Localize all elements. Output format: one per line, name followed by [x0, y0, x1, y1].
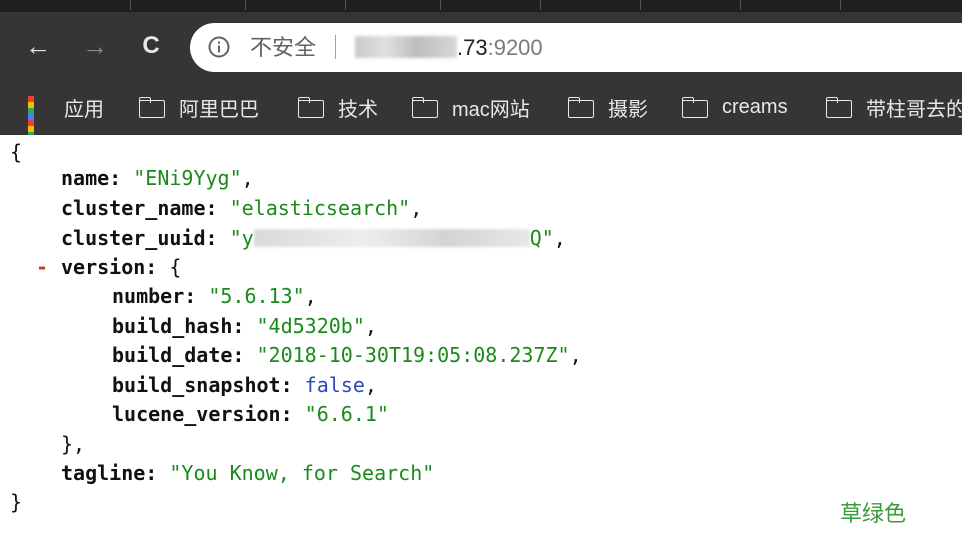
reload-icon: C — [142, 32, 160, 59]
json-key: build_date — [112, 343, 233, 367]
json-key: cluster_uuid — [61, 226, 206, 250]
json-value: "5.6.13" — [208, 284, 305, 308]
json-value-end: Q" — [529, 226, 554, 250]
tab-separator — [245, 0, 246, 10]
bookmark-label: creams — [722, 95, 788, 118]
json-value: "elasticsearch" — [229, 196, 411, 220]
bookmark-folder-mac[interactable]: mac网站 — [412, 92, 530, 122]
forward-button[interactable]: → — [77, 28, 113, 64]
json-row-cluster-name: cluster_name: "elasticsearch", — [61, 196, 423, 220]
json-row-cluster-uuid: cluster_uuid: "y Q", — [61, 226, 566, 250]
watermark-text: 草绿色 — [840, 502, 907, 527]
bookmark-label: mac网站 — [452, 98, 530, 121]
url-port: :9200 — [487, 35, 543, 60]
collapse-toggle[interactable]: - — [36, 255, 48, 279]
info-icon[interactable] — [208, 36, 230, 58]
tab-separator — [840, 0, 841, 10]
redacted-host — [355, 36, 457, 58]
json-value-start: "y — [229, 226, 254, 250]
bookmark-label: 摄影 — [608, 98, 648, 121]
browser-toolbar: ← → C 不安全 .73:9200 — [0, 12, 962, 82]
bookmark-folder-alibaba[interactable]: 阿里巴巴 — [139, 92, 259, 122]
bookmark-label: 带柱哥去的 — [866, 98, 962, 121]
json-value: false — [304, 373, 365, 397]
folder-icon — [139, 97, 165, 118]
json-key: lucene_version — [112, 402, 281, 426]
json-object-close: }, — [61, 432, 86, 456]
json-key: version — [61, 255, 146, 279]
bookmark-folder-tech[interactable]: 技术 — [298, 92, 378, 122]
back-arrow-icon: ← — [25, 31, 51, 61]
json-open-brace: { — [10, 140, 23, 164]
json-key: name — [61, 166, 110, 190]
tab-strip — [0, 0, 962, 12]
address-bar[interactable]: 不安全 .73:9200 — [190, 23, 962, 72]
json-row-lucene-version: lucene_version: "6.6.1" — [112, 402, 389, 426]
folder-icon — [682, 97, 708, 118]
bookmark-folder-photography[interactable]: 摄影 — [568, 92, 648, 122]
json-row-number: number: "5.6.13", — [112, 284, 317, 308]
omnibox-divider — [335, 35, 336, 59]
json-value: "You Know, for Search" — [169, 461, 435, 485]
apps-grid-icon — [28, 96, 50, 150]
tab-separator — [345, 0, 346, 10]
forward-arrow-icon: → — [82, 31, 108, 61]
reload-button[interactable]: C — [133, 28, 169, 64]
json-key: number — [112, 284, 185, 308]
folder-icon — [298, 97, 324, 118]
folder-icon — [568, 97, 594, 118]
bookmarks-bar: 应用 阿里巴巴 技术 mac网站 摄影 creams 带柱哥去的 — [0, 82, 962, 150]
folder-icon — [412, 97, 438, 118]
json-row-build-snapshot: build_snapshot: false, — [112, 373, 377, 397]
tab-separator — [440, 0, 441, 10]
json-row-build-hash: build_hash: "4d5320b", — [112, 314, 377, 338]
bookmark-folder-other[interactable]: 带柱哥去的 — [826, 92, 962, 122]
json-row-version: version: { — [61, 255, 182, 279]
bookmark-label: 应用 — [64, 98, 104, 121]
bookmark-folder-creams[interactable]: creams — [682, 92, 788, 122]
back-button[interactable]: ← — [20, 28, 56, 64]
json-value: "6.6.1" — [304, 402, 389, 426]
json-key: cluster_name — [61, 196, 206, 220]
json-row-tagline: tagline: "You Know, for Search" — [61, 461, 435, 485]
json-value: "4d5320b" — [256, 314, 365, 338]
bookmark-label: 技术 — [338, 98, 378, 121]
json-value: "ENi9Yyg" — [133, 166, 242, 190]
redacted-uuid — [253, 229, 530, 247]
folder-icon — [826, 97, 852, 118]
tab-separator — [540, 0, 541, 10]
tab-separator — [740, 0, 741, 10]
url-text[interactable]: .73:9200 — [355, 35, 543, 61]
bookmark-apps[interactable]: 应用 — [28, 92, 104, 150]
json-row-name: name: "ENi9Yyg", — [61, 166, 254, 190]
json-viewer: { name: "ENi9Yyg", cluster_name: "elasti… — [0, 135, 962, 543]
json-key: build_hash — [112, 314, 233, 338]
tab-separator — [640, 0, 641, 10]
json-row-build-date: build_date: "2018-10-30T19:05:08.237Z", — [112, 343, 582, 367]
tab-separator — [130, 0, 131, 10]
url-host-suffix: .73 — [457, 35, 488, 60]
security-status-label[interactable]: 不安全 — [250, 35, 316, 61]
json-value: "2018-10-30T19:05:08.237Z" — [256, 343, 570, 367]
json-key: tagline — [61, 461, 146, 485]
json-key: build_snapshot — [112, 373, 281, 397]
bookmark-label: 阿里巴巴 — [179, 98, 259, 121]
json-object-open: { — [169, 255, 182, 279]
json-close-brace: } — [10, 490, 23, 514]
